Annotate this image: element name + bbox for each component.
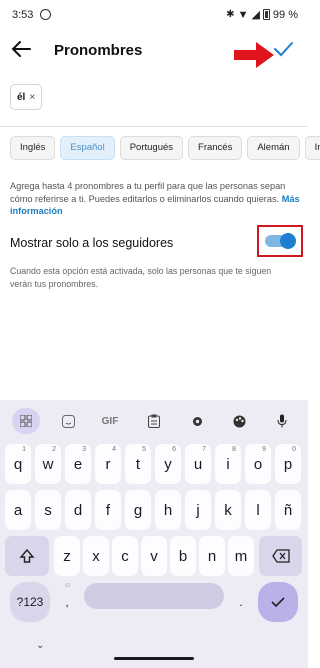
backspace-key[interactable] bbox=[259, 536, 302, 576]
clipboard-icon[interactable] bbox=[140, 408, 168, 434]
mic-icon[interactable] bbox=[268, 408, 296, 434]
signal-icon: ◢ bbox=[251, 9, 260, 21]
check-icon bbox=[271, 597, 285, 608]
pronoun-chip-label: él bbox=[17, 91, 26, 103]
whatsapp-icon bbox=[40, 9, 51, 20]
sticker-icon[interactable] bbox=[54, 408, 82, 434]
keyboard: GIF q1 w2 e3 r4 t5 y6 u7 i8 o9 p0 a s d … bbox=[0, 400, 308, 668]
tab-aleman[interactable]: Alemán bbox=[247, 136, 300, 160]
key-d[interactable]: d bbox=[65, 490, 91, 530]
key-j[interactable]: j bbox=[185, 490, 211, 530]
save-check-icon[interactable] bbox=[270, 36, 296, 62]
key-v[interactable]: v bbox=[141, 536, 167, 576]
key-n[interactable]: n bbox=[199, 536, 225, 576]
key-s[interactable]: s bbox=[35, 490, 61, 530]
tab-frances[interactable]: Francés bbox=[188, 136, 243, 160]
status-icons: ✱ ▼ ◢ 99 % bbox=[226, 8, 298, 22]
followers-only-description: Cuando esta opción está activada, solo l… bbox=[10, 266, 272, 289]
shift-key[interactable] bbox=[5, 536, 49, 576]
key-k[interactable]: k bbox=[215, 490, 241, 530]
battery-level: 99 % bbox=[272, 8, 298, 21]
space-bar[interactable] bbox=[84, 583, 224, 609]
key-q[interactable]: q1 bbox=[5, 444, 31, 484]
page-title: Pronombres bbox=[54, 42, 143, 59]
info-text: Agrega hasta 4 pronombres a tu perfil pa… bbox=[10, 180, 300, 218]
palette-icon[interactable] bbox=[225, 408, 253, 434]
key-b[interactable]: b bbox=[170, 536, 196, 576]
tab-more-language[interactable]: In bbox=[304, 136, 320, 160]
period-key[interactable]: . bbox=[230, 582, 252, 622]
keyboard-toolbar: GIF bbox=[0, 408, 308, 436]
battery-icon bbox=[262, 9, 270, 20]
divider bbox=[0, 126, 308, 127]
emoji-hint-icon: ☺ bbox=[63, 582, 71, 589]
key-p[interactable]: p0 bbox=[275, 444, 301, 484]
toggle-knob bbox=[280, 233, 296, 249]
followers-only-toggle[interactable] bbox=[265, 233, 296, 249]
navigation-handle[interactable] bbox=[114, 657, 194, 660]
key-u[interactable]: u7 bbox=[185, 444, 211, 484]
pronoun-chip[interactable]: él × bbox=[10, 84, 43, 110]
tab-portugues[interactable]: Portugués bbox=[119, 136, 184, 160]
bluetooth-icon: ✱ bbox=[226, 9, 235, 20]
key-h[interactable]: h bbox=[155, 490, 181, 530]
remove-pronoun-icon[interactable]: × bbox=[29, 92, 35, 103]
tab-espanol[interactable]: Español bbox=[60, 136, 115, 160]
gif-button[interactable]: GIF bbox=[96, 408, 124, 434]
key-y[interactable]: y6 bbox=[155, 444, 181, 484]
language-tabs: Inglés Español Portugués Francés Alemán … bbox=[10, 136, 320, 160]
key-i[interactable]: i8 bbox=[215, 444, 241, 484]
key-t[interactable]: t5 bbox=[125, 444, 151, 484]
grid-icon[interactable] bbox=[12, 408, 40, 434]
key-a[interactable]: a bbox=[5, 490, 31, 530]
key-w[interactable]: w2 bbox=[35, 444, 61, 484]
wifi-icon: ▼ bbox=[237, 8, 249, 21]
tab-ingles[interactable]: Inglés bbox=[10, 136, 56, 160]
comma-key[interactable]: , ☺ bbox=[55, 582, 79, 622]
enter-key[interactable] bbox=[258, 582, 298, 622]
key-m[interactable]: m bbox=[228, 536, 254, 576]
hide-keyboard-chevron-icon[interactable]: ⌄ bbox=[36, 640, 44, 651]
key-l[interactable]: l bbox=[245, 490, 271, 530]
shift-icon bbox=[19, 548, 35, 563]
backspace-icon bbox=[271, 549, 290, 563]
key-e[interactable]: e3 bbox=[65, 444, 91, 484]
info-body: Agrega hasta 4 pronombres a tu perfil pa… bbox=[10, 181, 286, 204]
key-f[interactable]: f bbox=[95, 490, 121, 530]
followers-only-label: Mostrar solo a los seguidores bbox=[10, 236, 174, 250]
key-r[interactable]: r4 bbox=[95, 444, 121, 484]
key-x[interactable]: x bbox=[83, 536, 109, 576]
key-enye[interactable]: ñ bbox=[275, 490, 301, 530]
status-time: 3:53 bbox=[12, 9, 34, 21]
back-arrow-icon[interactable] bbox=[10, 38, 34, 62]
key-o[interactable]: o9 bbox=[245, 444, 271, 484]
app-header: Pronombres bbox=[0, 30, 308, 74]
settings-icon[interactable] bbox=[183, 408, 211, 434]
symbols-key[interactable]: ?123 bbox=[10, 582, 50, 622]
status-bar: 3:53 ✱ ▼ ◢ 99 % bbox=[0, 0, 308, 30]
key-z[interactable]: z bbox=[54, 536, 80, 576]
key-g[interactable]: g bbox=[125, 490, 151, 530]
key-c[interactable]: c bbox=[112, 536, 138, 576]
